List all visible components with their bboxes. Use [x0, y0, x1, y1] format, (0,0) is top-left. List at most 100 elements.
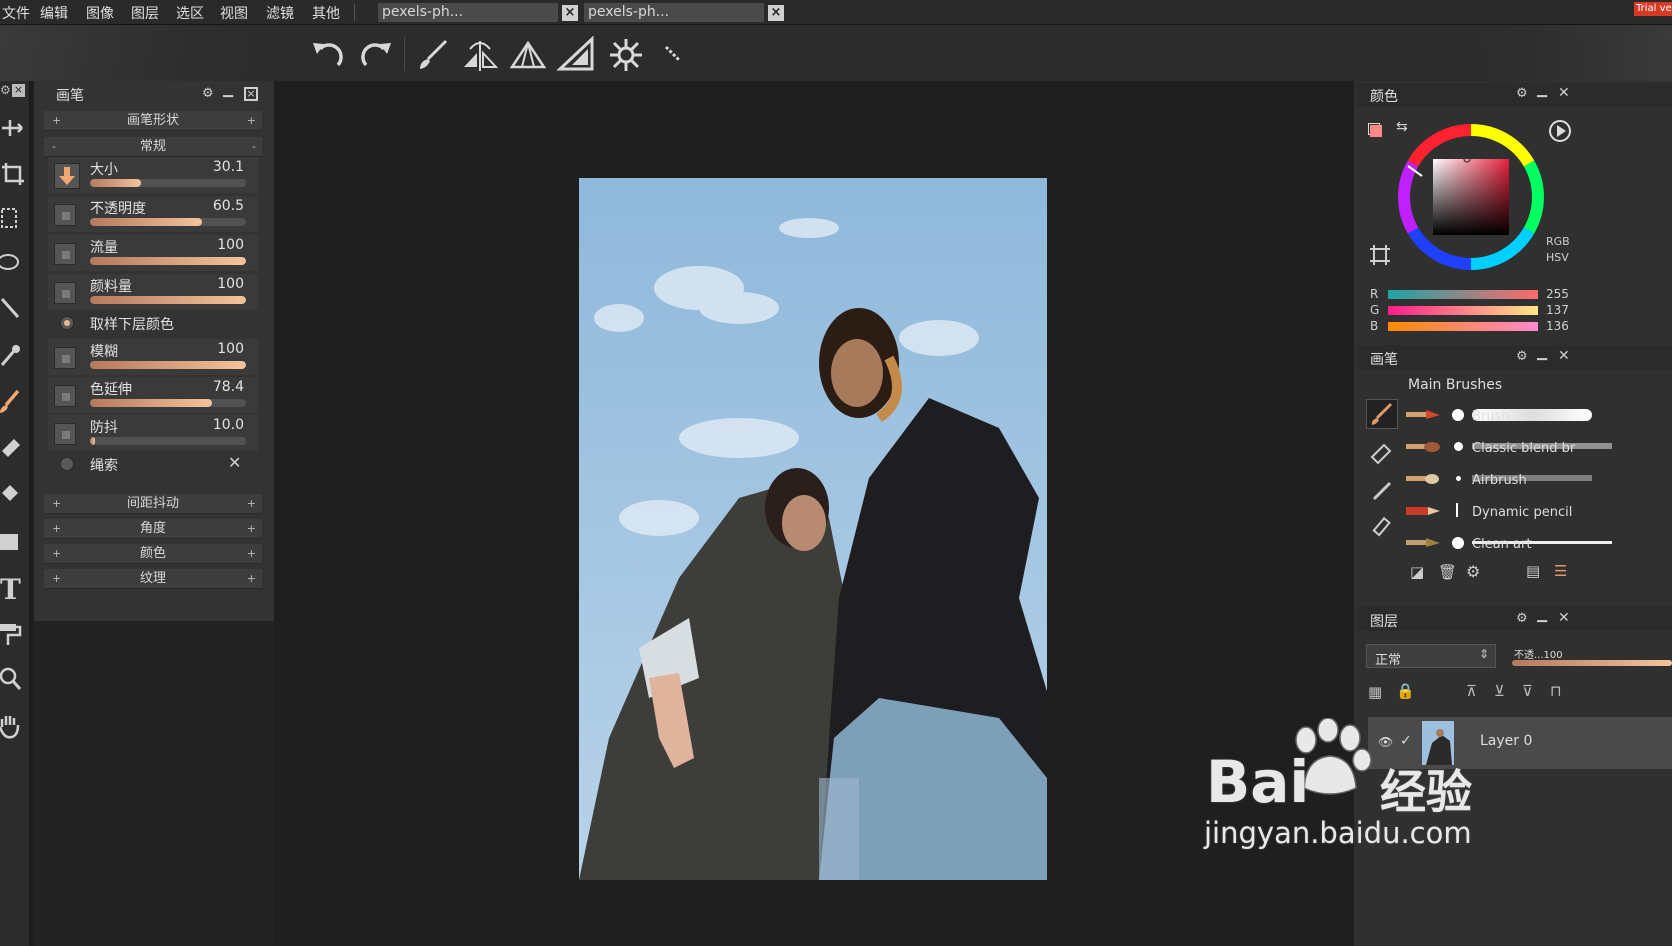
eraser-icon[interactable]: [0, 433, 26, 459]
slider-track[interactable]: [90, 296, 246, 304]
green-channel-slider[interactable]: [1388, 306, 1538, 315]
blue-channel-slider[interactable]: [1388, 322, 1538, 331]
hand-icon[interactable]: [0, 713, 26, 739]
trash-icon[interactable]: 🗑: [1438, 563, 1457, 581]
brush-item-brush[interactable]: Brush: [1406, 401, 1672, 431]
lasso-option[interactable]: 绳索 ✕: [48, 449, 258, 479]
brush-set-name[interactable]: Main Brushes: [1408, 377, 1502, 393]
color-swatch-primary[interactable]: [1370, 125, 1382, 137]
menu-layer[interactable]: 图层: [131, 3, 159, 23]
close-icon[interactable]: ×: [244, 87, 258, 101]
eraser-category-icon[interactable]: [1368, 439, 1396, 467]
minimize-icon[interactable]: ▁: [1537, 346, 1547, 361]
sample-below-radio[interactable]: [60, 316, 74, 330]
slider-track[interactable]: [90, 179, 246, 187]
document-tab-2[interactable]: pexels-ph...: [584, 3, 764, 22]
ellipse-select-icon[interactable]: [0, 249, 26, 275]
color-wheel[interactable]: [1398, 124, 1544, 270]
rgb-g-value[interactable]: 137: [1546, 303, 1569, 317]
transparency-lock-icon[interactable]: ▦: [1368, 683, 1382, 701]
brush-item-dynamic-pencil[interactable]: Dynamic pencil: [1406, 497, 1672, 527]
play-icon[interactable]: [1548, 119, 1572, 143]
slider-track[interactable]: [90, 257, 246, 265]
mandala-icon[interactable]: [606, 35, 646, 75]
canvas-area[interactable]: [274, 81, 1354, 946]
gradient-icon[interactable]: [0, 529, 26, 555]
minimize-icon[interactable]: ▁: [223, 83, 233, 98]
color-stretch-pressure-toggle[interactable]: [54, 385, 76, 407]
brush-item-airbrush[interactable]: Airbrush: [1406, 465, 1672, 495]
perspective-icon[interactable]: [508, 35, 548, 75]
stabilizer-toggle[interactable]: [54, 423, 76, 445]
canvas-photo[interactable]: [579, 178, 1047, 880]
mode-hsv-tab[interactable]: HSV: [1546, 251, 1569, 264]
redo-icon[interactable]: [356, 35, 396, 75]
menu-view[interactable]: 视图: [220, 3, 248, 23]
close-icon[interactable]: ✕: [1558, 610, 1570, 626]
view-mode-icon[interactable]: ▤: [1526, 562, 1540, 580]
section-texture[interactable]: + 纹理 +: [44, 569, 262, 589]
blend-mode-select[interactable]: 正常 ⇕: [1366, 644, 1496, 668]
section-angle[interactable]: + 角度 +: [44, 519, 262, 539]
flow-pressure-toggle[interactable]: [54, 243, 76, 265]
close-icon[interactable]: ×: [12, 84, 25, 97]
brush-item-clean-art[interactable]: Clean art: [1406, 529, 1672, 559]
gear-icon[interactable]: ⚙: [0, 83, 11, 97]
gear-icon[interactable]: ⚙: [1516, 86, 1528, 101]
menu-other[interactable]: 其他: [312, 3, 340, 23]
menu-edit[interactable]: 编辑: [40, 3, 68, 23]
align-icon[interactable]: ⊼: [1466, 682, 1477, 700]
section-color[interactable]: + 颜色 +: [44, 544, 262, 564]
brush-tool-icon[interactable]: [412, 35, 452, 75]
section-general[interactable]: - 常规 -: [44, 137, 262, 157]
paint-amount-slider-row[interactable]: 颜料量 100: [48, 274, 258, 310]
list-view-icon[interactable]: ☰: [1554, 562, 1567, 580]
ruler-icon[interactable]: [556, 35, 596, 75]
stroke-guide-icon[interactable]: [654, 35, 694, 75]
opacity-pressure-toggle[interactable]: [54, 204, 76, 226]
close-icon[interactable]: ✕: [1558, 85, 1570, 101]
menu-filter[interactable]: 滤镜: [266, 3, 294, 23]
blur-pressure-toggle[interactable]: [54, 347, 76, 369]
layer-options-icon[interactable]: ⊓: [1550, 682, 1562, 700]
checkmark-icon[interactable]: ✓: [1400, 733, 1412, 749]
slider-track[interactable]: [90, 218, 246, 226]
flatten-icon[interactable]: ⊽: [1522, 682, 1533, 700]
new-brush-icon[interactable]: ◪: [1410, 563, 1424, 581]
close-icon[interactable]: ×: [768, 5, 784, 21]
brush-item-classic-blend[interactable]: Classic blend br: [1406, 433, 1672, 463]
canvas-pick-icon[interactable]: [1368, 243, 1392, 267]
menu-file[interactable]: 文件: [2, 3, 30, 23]
section-brush-shape[interactable]: + 画笔形状 +: [44, 111, 262, 131]
blur-slider-row[interactable]: 模糊 100: [48, 339, 258, 375]
text-tool-icon[interactable]: T: [0, 573, 21, 606]
wrench-icon[interactable]: ✕: [228, 453, 241, 472]
gear-icon[interactable]: ⚙: [1516, 611, 1528, 626]
size-pressure-toggle[interactable]: [54, 163, 80, 189]
section-spacing-jitter[interactable]: + 间距抖动 +: [44, 494, 262, 514]
layer-opacity-slider[interactable]: 不透...100: [1512, 646, 1672, 668]
gear-icon[interactable]: ⚙: [1466, 562, 1480, 581]
layer-row[interactable]: 👁 ✓ Layer 0: [1368, 717, 1672, 769]
mirror-symmetry-icon[interactable]: [460, 35, 500, 75]
gear-icon[interactable]: ⚙: [202, 86, 214, 101]
size-slider-row[interactable]: 大小 30.1: [48, 157, 258, 193]
sample-below-option[interactable]: 取样下层颜色: [48, 308, 258, 338]
minimize-icon[interactable]: ▁: [1537, 608, 1547, 623]
zoom-icon[interactable]: [0, 667, 26, 693]
tube-category-icon[interactable]: [1368, 513, 1396, 541]
slider-track[interactable]: [90, 399, 246, 407]
crop-tool-icon[interactable]: [0, 161, 26, 187]
red-channel-slider[interactable]: [1388, 290, 1538, 299]
lock-icon[interactable]: 🔒: [1396, 682, 1415, 700]
stabilizer-slider-row[interactable]: 防抖 10.0: [48, 415, 258, 451]
fill-bucket-icon[interactable]: [0, 481, 26, 507]
mode-rgb-tab[interactable]: RGB: [1546, 235, 1570, 248]
rgb-b-value[interactable]: 136: [1546, 319, 1569, 333]
move-tool-icon[interactable]: [0, 115, 26, 141]
merge-icon[interactable]: ⊻: [1494, 682, 1505, 700]
eyedropper-icon[interactable]: [0, 341, 26, 367]
undo-icon[interactable]: [308, 35, 348, 75]
rect-select-icon[interactable]: [0, 205, 26, 231]
menu-image[interactable]: 图像: [86, 3, 114, 23]
